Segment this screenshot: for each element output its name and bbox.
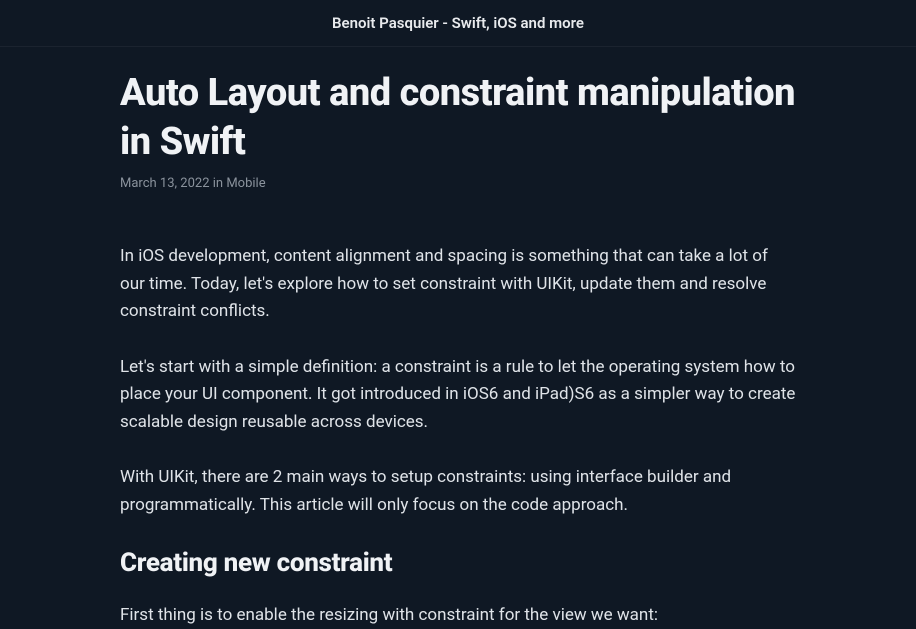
site-title[interactable]: Benoit Pasquier - Swift, iOS and more: [0, 14, 916, 32]
article-content: Auto Layout and constraint manipulation …: [108, 47, 808, 629]
article-body: In iOS development, content alignment an…: [120, 243, 796, 629]
site-header: Benoit Pasquier - Swift, iOS and more: [0, 0, 916, 47]
article-title: Auto Layout and constraint manipulation …: [120, 69, 796, 166]
article-date: March 13, 2022: [120, 176, 210, 191]
paragraph: First thing is to enable the resizing wi…: [120, 602, 796, 629]
meta-separator: in: [210, 176, 227, 191]
paragraph: In iOS development, content alignment an…: [120, 243, 796, 326]
article-meta: March 13, 2022 in Mobile: [120, 176, 796, 191]
section-heading: Creating new constraint: [120, 548, 796, 578]
paragraph: Let's start with a simple definition: a …: [120, 354, 796, 437]
article-category[interactable]: Mobile: [226, 176, 265, 191]
paragraph: With UIKit, there are 2 main ways to set…: [120, 464, 796, 519]
